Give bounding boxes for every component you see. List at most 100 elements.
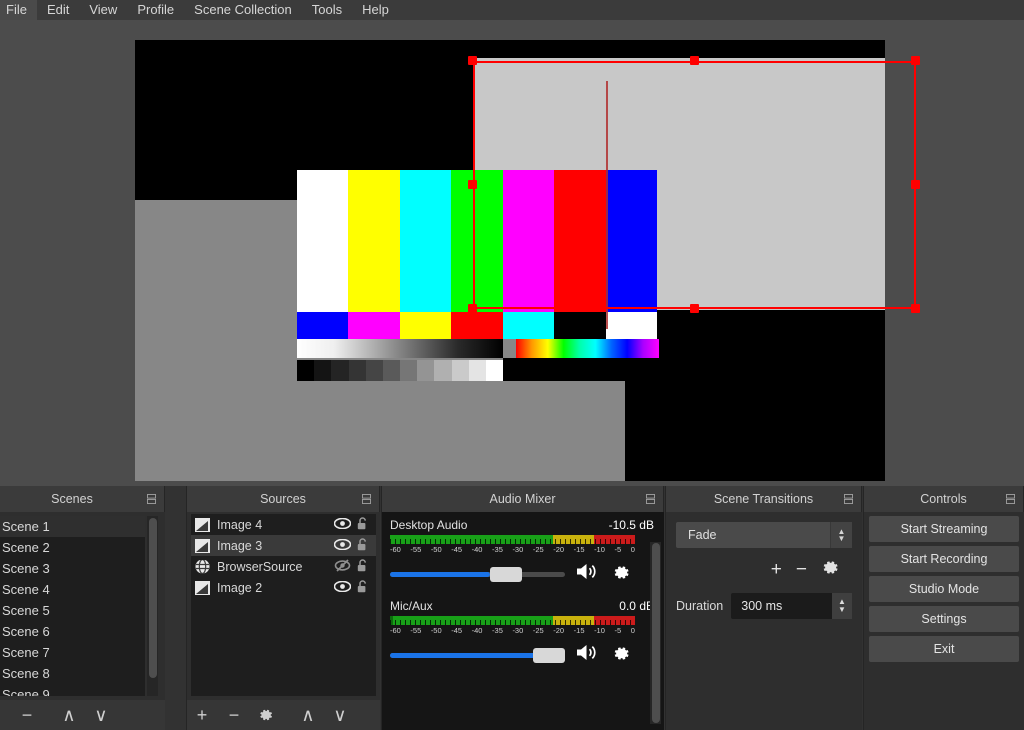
eye-icon[interactable] — [332, 517, 352, 532]
transition-properties-button[interactable] — [821, 558, 840, 581]
resize-handle-top-right[interactable] — [911, 56, 920, 65]
resize-handle-top-center[interactable] — [690, 56, 699, 65]
start-streaming-button[interactable]: Start Streaming — [869, 516, 1019, 542]
bar-cyan — [399, 170, 452, 312]
undock-icon[interactable] — [646, 494, 655, 504]
menu-item-help[interactable]: Help — [352, 0, 399, 20]
scene-list-item[interactable]: Scene 6 — [0, 621, 145, 642]
resize-handle-middle-left[interactable] — [468, 180, 477, 189]
scene-list-item[interactable]: Scene 8 — [0, 663, 145, 684]
duration-spinner[interactable]: ▲ ▼ — [832, 593, 852, 619]
sources-dock-title: Sources — [187, 486, 380, 512]
scene-list-scrollbar[interactable] — [147, 516, 158, 696]
add-transition-button[interactable]: + — [771, 560, 782, 579]
scale-tick: -30 — [512, 545, 524, 554]
channel-gear-icon[interactable] — [612, 563, 631, 585]
barinv-white — [605, 312, 657, 339]
scrollbar-thumb[interactable] — [149, 518, 157, 678]
menu-item-tools[interactable]: Tools — [302, 0, 352, 20]
scene-list-item[interactable]: Scene 7 — [0, 642, 145, 663]
move-source-down-button[interactable]: ∨ — [325, 701, 355, 729]
source-list[interactable]: Image 4 Image 3 BrowserSource Image 2 — [191, 514, 376, 696]
slider-knob[interactable] — [490, 566, 522, 582]
gray-step — [314, 360, 332, 381]
menu-item-view[interactable]: View — [79, 0, 127, 20]
move-source-up-button[interactable]: ∧ — [293, 701, 323, 729]
studio-mode-button[interactable]: Studio Mode — [869, 576, 1019, 602]
scene-list-item[interactable]: Scene 3 — [0, 558, 145, 579]
menu-item-edit[interactable]: Edit — [37, 0, 79, 20]
scene-list-item[interactable]: Scene 4 — [0, 579, 145, 600]
menu-item-scene-collection[interactable]: Scene Collection — [184, 0, 302, 20]
mixer-scrollbar[interactable] — [650, 542, 661, 724]
menu-item-file[interactable]: File — [0, 0, 37, 20]
gray-step — [485, 360, 504, 381]
transition-select[interactable]: Fade ▲ ▼ — [676, 522, 852, 548]
undock-icon[interactable] — [362, 494, 371, 504]
duration-input[interactable]: 300 ms ▲ ▼ — [731, 593, 852, 619]
source-list-item[interactable]: Image 2 — [191, 577, 376, 598]
move-scene-down-button[interactable]: ∨ — [86, 701, 116, 729]
lock-icon[interactable] — [352, 558, 372, 575]
preview-canvas[interactable] — [135, 40, 885, 481]
source-list-item[interactable]: BrowserSource — [191, 556, 376, 577]
scenes-title-label: Scenes — [51, 492, 93, 506]
speaker-icon[interactable] — [575, 562, 599, 585]
transition-spinner-icon[interactable]: ▲ ▼ — [830, 522, 852, 548]
channel-db-value: 0.0 dB — [619, 599, 654, 613]
undock-icon[interactable] — [844, 494, 853, 504]
volume-slider[interactable] — [390, 647, 565, 663]
channel-gear-icon[interactable] — [612, 644, 631, 666]
scale-tick: -25 — [532, 545, 544, 554]
sources-dock: Sources Image 4 Image 3 BrowserSource Im… — [186, 486, 380, 730]
remove-transition-button[interactable]: − — [796, 560, 807, 579]
mixer-body: Desktop Audio -10.5 dB -60 -55 -50 -45 -… — [382, 512, 664, 730]
lock-icon[interactable] — [352, 579, 372, 596]
color-bars-source[interactable] — [297, 170, 659, 381]
move-scene-up-button[interactable]: ∧ — [54, 701, 84, 729]
menu-item-profile[interactable]: Profile — [127, 0, 184, 20]
scene-list[interactable]: Scene 1 Scene 2 Scene 3 Scene 4 Scene 5 … — [0, 516, 145, 696]
remove-scene-button[interactable]: − — [12, 701, 42, 729]
undock-icon[interactable] — [1006, 494, 1015, 504]
eye-icon[interactable] — [332, 580, 352, 595]
speaker-icon[interactable] — [575, 643, 599, 666]
scale-tick: -20 — [553, 545, 565, 554]
resize-handle-top-left[interactable] — [468, 56, 477, 65]
gear-icon — [260, 709, 272, 721]
add-source-button[interactable]: + — [187, 701, 217, 729]
source-properties-button[interactable] — [251, 701, 281, 729]
eye-icon[interactable] — [332, 538, 352, 553]
exit-button[interactable]: Exit — [869, 636, 1019, 662]
controls-title-label: Controls — [920, 492, 967, 506]
source-list-item[interactable]: Image 3 — [191, 535, 376, 556]
start-recording-button[interactable]: Start Recording — [869, 546, 1019, 572]
scene-list-item[interactable]: Scene 5 — [0, 600, 145, 621]
slider-knob[interactable] — [533, 647, 565, 663]
scrollbar-thumb[interactable] — [652, 543, 660, 723]
volume-slider[interactable] — [390, 566, 565, 582]
lock-icon[interactable] — [352, 516, 372, 533]
lock-icon[interactable] — [352, 537, 372, 554]
add-scene-button[interactable]: + — [0, 701, 10, 729]
resize-handle-bottom-left[interactable] — [468, 304, 477, 313]
bar-yellow — [348, 170, 400, 312]
scene-list-item[interactable]: Scene 2 — [0, 537, 145, 558]
chevron-down-icon[interactable]: ▼ — [838, 606, 846, 614]
gray-step — [348, 360, 366, 381]
resize-handle-middle-right[interactable] — [911, 180, 920, 189]
preview-area[interactable] — [0, 20, 1024, 486]
transitions-title-label: Scene Transitions — [713, 492, 814, 506]
scale-tick: -15 — [573, 626, 585, 635]
scene-list-item[interactable]: Scene 1 — [0, 516, 145, 537]
eye-hidden-icon[interactable] — [332, 558, 352, 575]
scale-tick: -40 — [471, 545, 483, 554]
settings-button[interactable]: Settings — [869, 606, 1019, 632]
source-list-item[interactable]: Image 4 — [191, 514, 376, 535]
scene-list-item[interactable]: Scene 9 — [0, 684, 145, 696]
remove-source-button[interactable]: − — [219, 701, 249, 729]
resize-handle-bottom-right[interactable] — [911, 304, 920, 313]
channel-name-label: Desktop Audio — [390, 518, 468, 532]
resize-handle-bottom-center[interactable] — [690, 304, 699, 313]
undock-icon[interactable] — [147, 494, 156, 504]
